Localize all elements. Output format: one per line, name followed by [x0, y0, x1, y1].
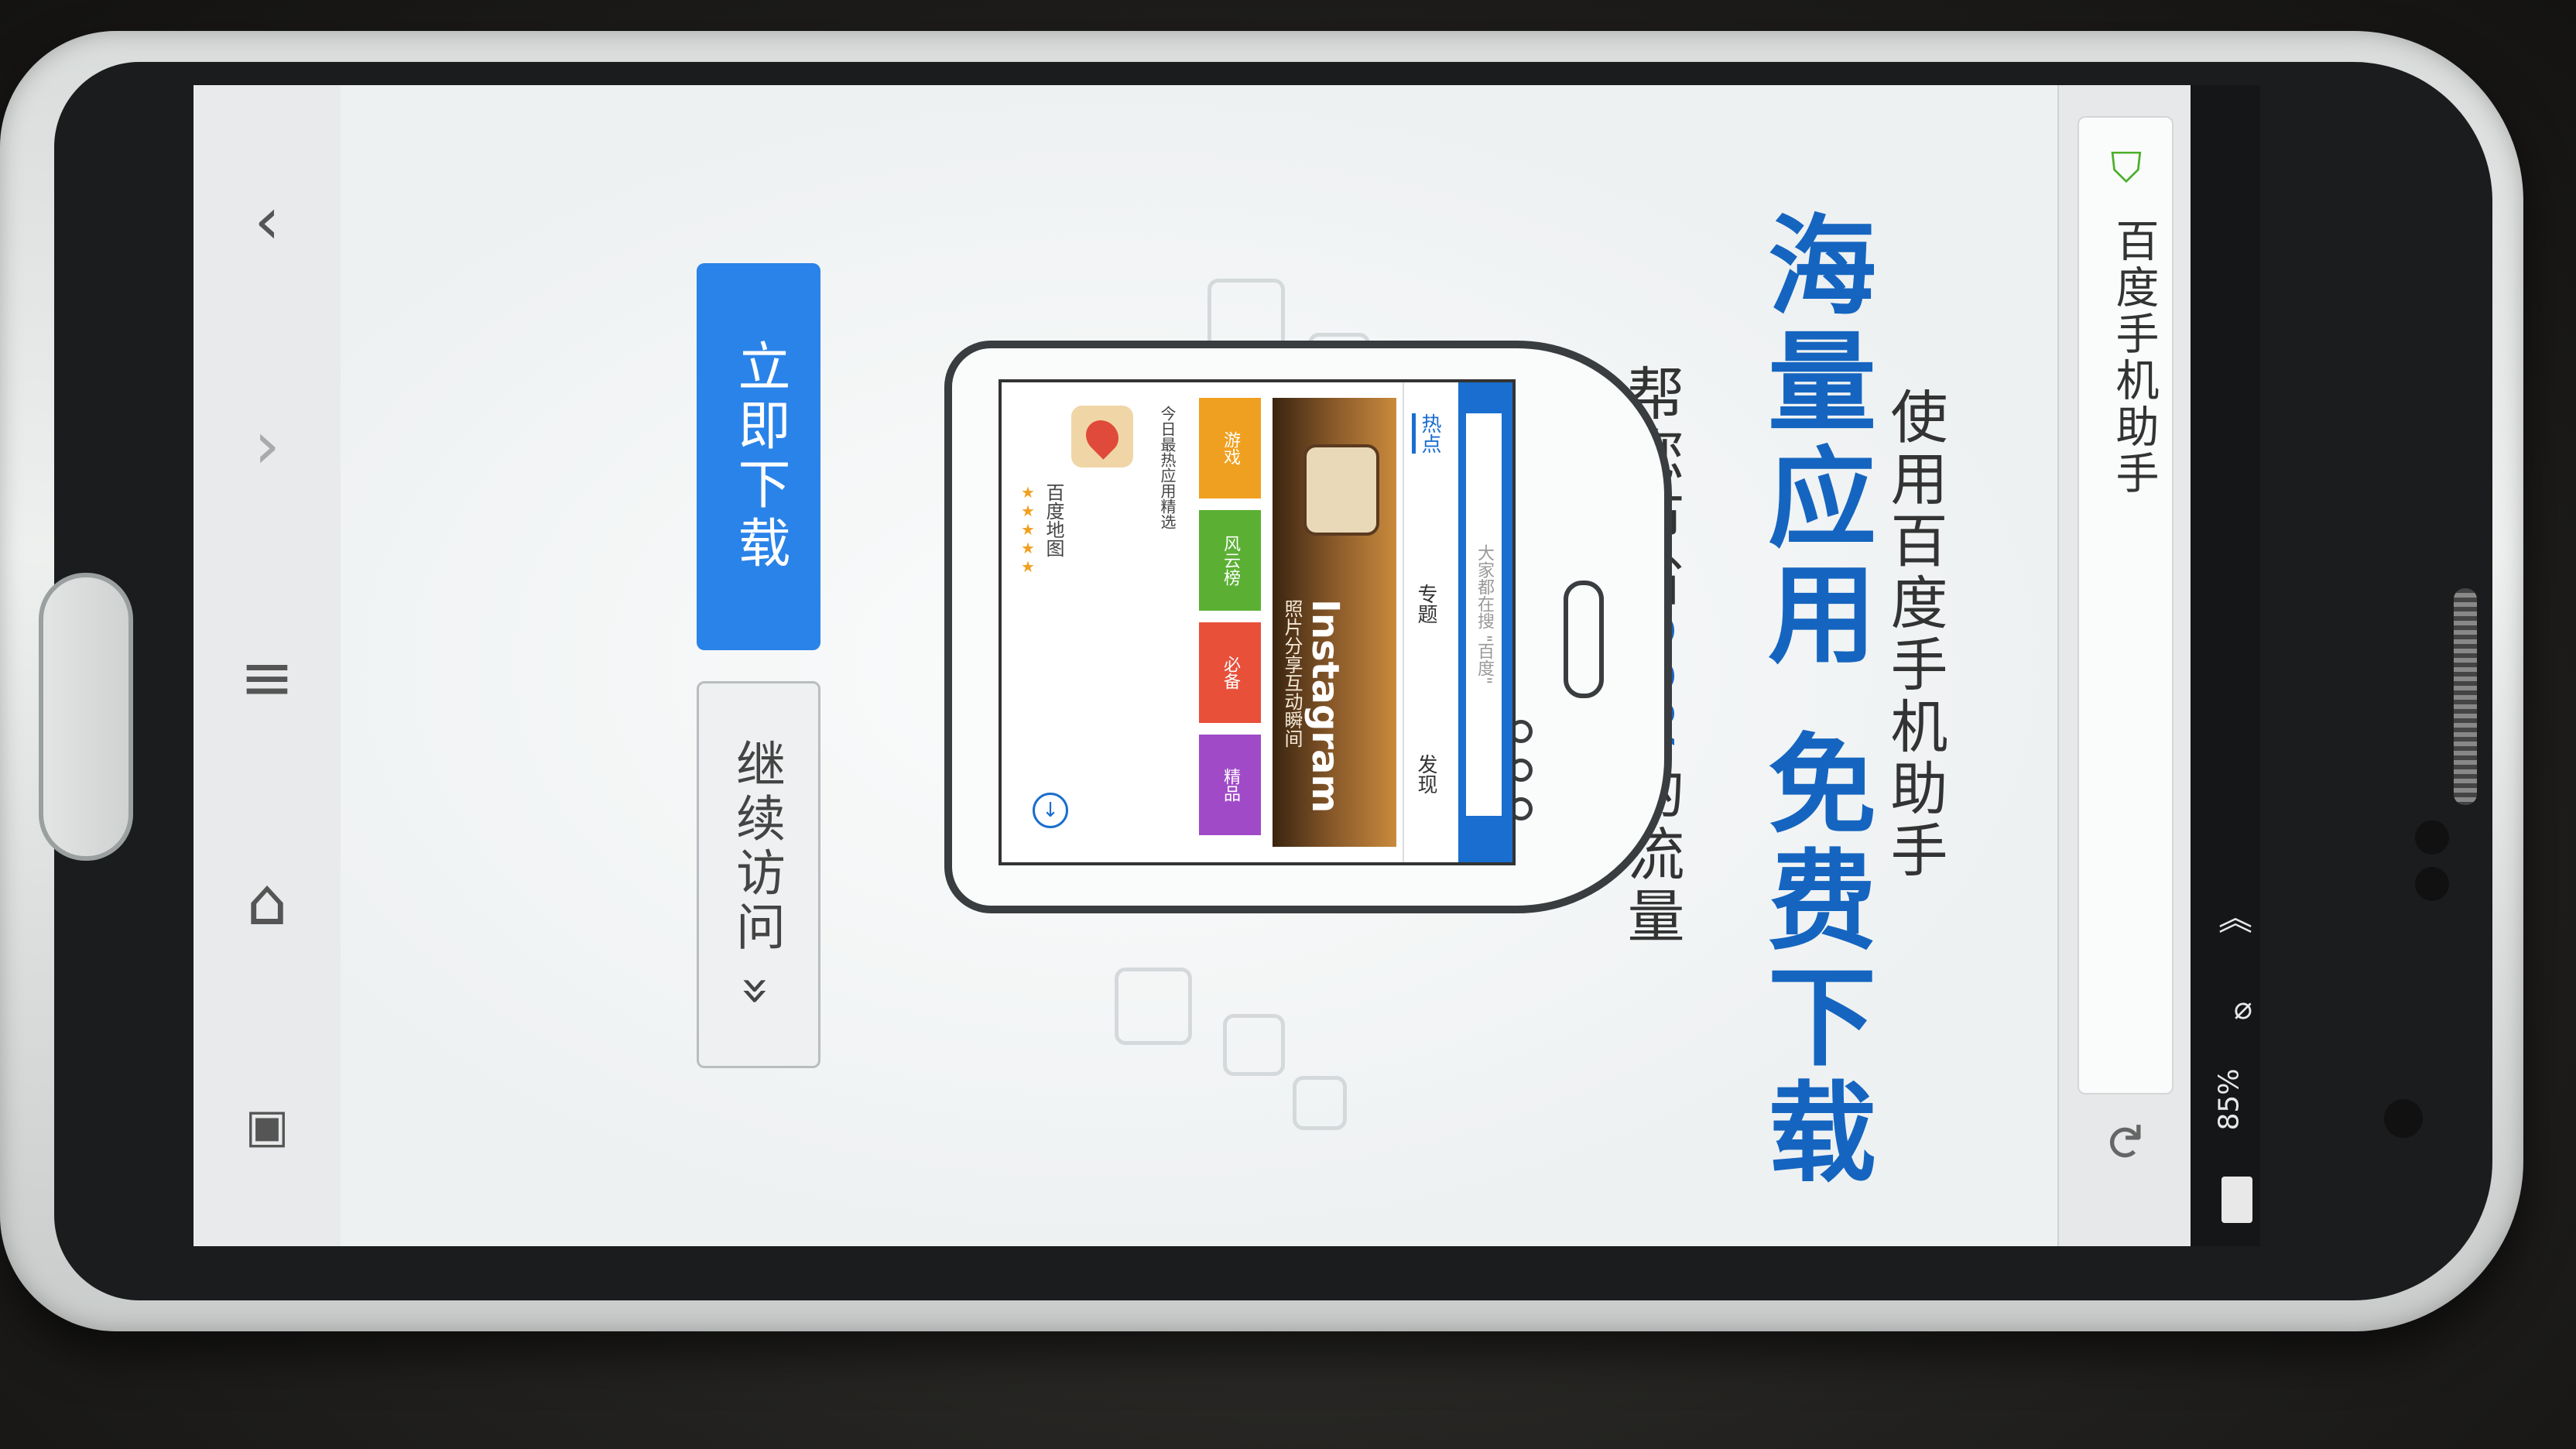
- category-tile: 必备: [1199, 622, 1261, 723]
- illustration-tab: 发现: [1414, 754, 1437, 794]
- front-camera: [2384, 1099, 2423, 1138]
- category-tile: 风云榜: [1199, 510, 1261, 611]
- illustration-tab: 专题: [1414, 584, 1437, 624]
- battery-percent: 85%: [2213, 1068, 2245, 1131]
- decorative-app-icon: [1115, 968, 1192, 1045]
- list-header: 今日最热应用精选: [1158, 406, 1177, 529]
- proximity-sensor: [2415, 820, 2449, 855]
- refresh-icon[interactable]: ↻: [2095, 1115, 2152, 1169]
- tabs-button[interactable]: ▣: [224, 1084, 310, 1169]
- illustration-phone: 大家都在搜 "百度" 热点 专题 发现 Instagram 照片分享互动瞬间 游…: [944, 341, 1672, 913]
- instagram-logo-icon: [1303, 444, 1379, 536]
- phone-screen: ‹ › ≡ ⌂ ▣ 使用百度手机助手 海量应用免费下载 帮您节省90%的流量: [194, 85, 2260, 1246]
- illustration-tab: 热点: [1412, 413, 1444, 454]
- battery-icon: [2221, 1177, 2252, 1223]
- illustration-tabs: 热点 专题 发现: [1403, 382, 1458, 862]
- banner-title: Instagram: [1303, 599, 1347, 814]
- download-arrow-icon: ↓: [1033, 793, 1068, 828]
- back-button[interactable]: ‹: [224, 178, 310, 263]
- earpiece-speaker: [2454, 588, 2477, 805]
- illustration-home-key: [1564, 581, 1604, 698]
- url-field[interactable]: ⛉ 百度手机助手: [2078, 116, 2174, 1094]
- illustration-search-input: 大家都在搜 "百度": [1466, 413, 1502, 816]
- wifi-icon: ︽: [2218, 899, 2252, 938]
- headline-part2: 免费下载: [1749, 728, 1875, 1192]
- illustration-banner: Instagram 照片分享互动瞬间: [1273, 398, 1396, 847]
- baidu-map-app-icon: [1071, 406, 1133, 468]
- illustration-search-bar: 大家都在搜 "百度": [1458, 382, 1512, 862]
- shield-icon: ⛉: [2110, 143, 2143, 192]
- mute-icon: ⌀: [2233, 991, 2252, 1026]
- list-app-rating: ★★★★★: [1019, 483, 1037, 576]
- light-sensor: [2415, 867, 2449, 901]
- download-now-button[interactable]: 立即下载: [697, 263, 820, 650]
- category-tile: 游戏: [1199, 398, 1261, 498]
- decorative-app-icon: [1293, 1076, 1347, 1130]
- promo-headline: 海量应用免费下载: [1734, 209, 1890, 1192]
- promo-page: 使用百度手机助手 海量应用免费下载 帮您节省90%的流量 大家都在搜 "百度" …: [341, 85, 2067, 1246]
- forward-button[interactable]: ›: [224, 402, 310, 488]
- illustration-screen: 大家都在搜 "百度" 热点 专题 发现 Instagram 照片分享互动瞬间 游…: [999, 379, 1516, 865]
- page-title: 百度手机助手: [2108, 218, 2159, 497]
- decorative-app-icon: [1223, 1014, 1285, 1076]
- category-tile: 精品: [1199, 735, 1261, 835]
- illustration-categories: 游戏 风云榜 必备 精品: [1195, 398, 1265, 847]
- address-bar: ⛉ 百度手机助手 ↻: [2057, 85, 2191, 1246]
- headline-part1: 海量应用: [1749, 209, 1875, 673]
- illustration-list: 今日最热应用精选 百度地图 ★★★★★ ↓: [1009, 390, 1187, 855]
- list-app-name: 百度地图: [1043, 483, 1064, 557]
- banner-subtitle: 照片分享互动瞬间: [1281, 599, 1303, 748]
- home-button[interactable]: ⌂: [224, 859, 310, 944]
- menu-button[interactable]: ≡: [224, 635, 310, 720]
- status-bar: ︽ ⌀ 85%: [2191, 85, 2260, 1246]
- browser-toolbar: ‹ › ≡ ⌂ ▣: [194, 85, 342, 1246]
- home-hardware-key[interactable]: [39, 573, 133, 861]
- continue-visit-button[interactable]: 继续访问 »: [697, 681, 820, 1068]
